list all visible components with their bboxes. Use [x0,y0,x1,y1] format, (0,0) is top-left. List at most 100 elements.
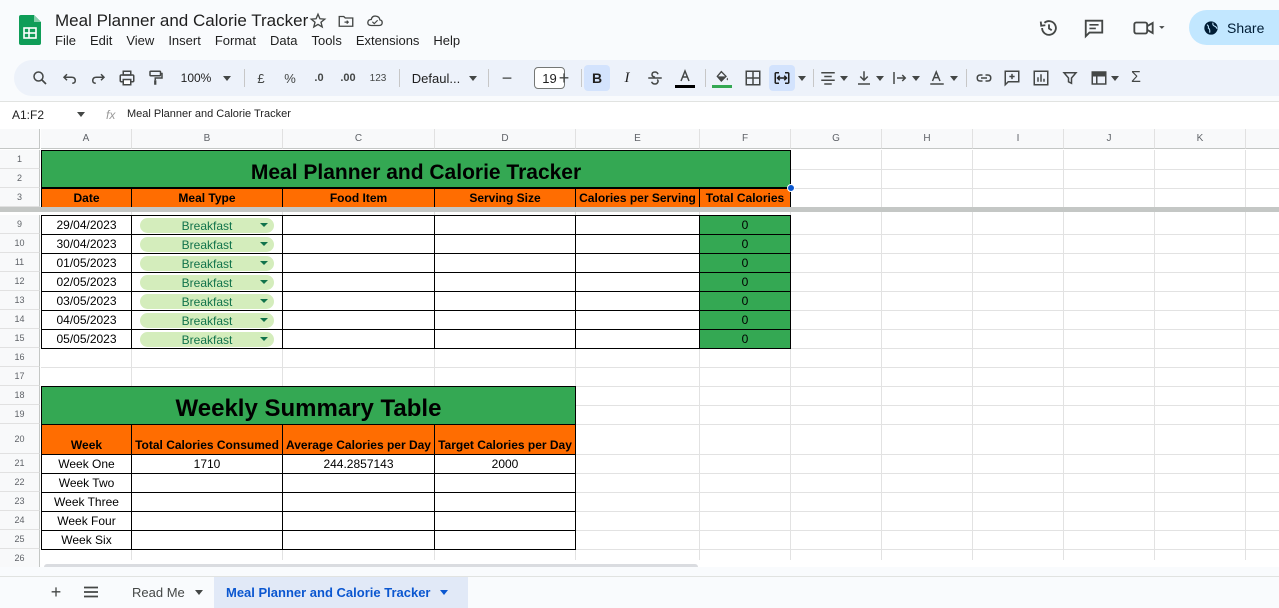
increase-font-size-button[interactable]: + [557,68,571,88]
row-header-23[interactable]: 23 [0,492,40,511]
cloud-saved-icon[interactable] [366,12,384,30]
tracker-meal-cell[interactable]: Breakfast [131,310,283,330]
tracker-header-food-item[interactable]: Food Item [282,188,435,208]
row-header-13[interactable]: 13 [0,291,40,310]
tab-dropdown-icon[interactable] [194,590,203,595]
menu-file[interactable]: File [55,33,76,51]
tracker-serving-cell[interactable] [434,234,576,254]
row-header-21[interactable]: 21 [0,454,40,473]
summary-title[interactable]: Weekly Summary Table [41,386,576,425]
tracker-meal-cell[interactable]: Breakfast [131,253,283,273]
column-header-a[interactable]: A [41,129,132,149]
tracker-food-cell[interactable] [282,310,435,330]
tracker-date-cell[interactable]: 01/05/2023 [41,253,132,273]
meal-type-dropdown-chip[interactable]: Breakfast [140,332,274,347]
summary-total-cell[interactable] [131,530,283,550]
wrap-dropdown-icon[interactable] [912,76,920,81]
tracker-cps-cell[interactable] [575,234,700,254]
menu-insert[interactable]: Insert [168,33,201,51]
tracker-header-meal-type[interactable]: Meal Type [131,188,283,208]
tracker-serving-cell[interactable] [434,329,576,349]
tracker-food-cell[interactable] [282,329,435,349]
summary-total-cell[interactable] [131,473,283,493]
tracker-total-cell[interactable]: 0 [699,234,791,254]
vertical-align-button[interactable] [854,68,874,88]
row-header-24[interactable]: 24 [0,511,40,530]
meal-type-dropdown-chip[interactable]: Breakfast [140,237,274,252]
column-header-j[interactable]: J [1064,129,1155,149]
row-header-14[interactable]: 14 [0,310,40,329]
column-header-f[interactable]: F [700,129,791,149]
tracker-meal-cell[interactable]: Breakfast [131,329,283,349]
tracker-food-cell[interactable] [282,234,435,254]
row-header-12[interactable]: 12 [0,272,40,291]
tracker-date-cell[interactable]: 03/05/2023 [41,291,132,311]
menu-edit[interactable]: Edit [90,33,112,51]
tracker-total-cell[interactable]: 0 [699,291,791,311]
summary-avg-cell[interactable] [282,511,435,531]
insert-chart-button[interactable] [1031,68,1051,88]
tab-dropdown-icon[interactable] [440,590,449,595]
align-dropdown-icon[interactable] [840,76,848,81]
meal-type-dropdown-chip[interactable]: Breakfast [140,275,274,290]
column-header-h[interactable]: H [882,129,973,149]
tracker-serving-cell[interactable] [434,272,576,292]
tracker-serving-cell[interactable] [434,291,576,311]
tracker-total-cell[interactable]: 0 [699,272,791,292]
row-header-25[interactable]: 25 [0,530,40,549]
meal-type-dropdown-chip[interactable]: Breakfast [140,294,274,309]
selection-handle[interactable] [787,184,795,192]
summary-target-cell[interactable] [434,530,576,550]
tracker-header-total-calories[interactable]: Total Calories [699,188,791,208]
name-box-dropdown-icon[interactable] [77,112,85,117]
borders-button[interactable] [743,68,763,88]
tracker-meal-cell[interactable]: Breakfast [131,291,283,311]
summary-avg-cell[interactable] [282,473,435,493]
row-header-19[interactable]: 19 [0,405,40,424]
search-menus-button[interactable] [30,68,50,88]
text-rotation-button[interactable] [926,68,948,88]
column-header-d[interactable]: D [435,129,576,149]
strikethrough-button[interactable] [645,68,665,88]
summary-target-cell[interactable] [434,473,576,493]
tracker-cps-cell[interactable] [575,215,700,235]
meal-type-dropdown-chip[interactable]: Breakfast [140,218,274,233]
tracker-serving-cell[interactable] [434,310,576,330]
row-header-9[interactable]: 9 [0,215,40,234]
meet-video-icon[interactable] [1131,17,1167,39]
paint-format-button[interactable] [146,68,166,88]
tracker-food-cell[interactable] [282,215,435,235]
tracker-meal-cell[interactable]: Breakfast [131,272,283,292]
filter-views-button[interactable] [1088,68,1110,88]
summary-header-average[interactable]: Average Calories per Day [282,424,435,455]
column-header-c[interactable]: C [283,129,435,149]
tracker-meal-cell[interactable]: Breakfast [131,215,283,235]
tracker-total-cell[interactable]: 0 [699,329,791,349]
summary-total-cell[interactable] [131,511,283,531]
menu-data[interactable]: Data [270,33,297,51]
decrease-font-size-button[interactable]: − [500,68,514,88]
tracker-total-cell[interactable]: 0 [699,310,791,330]
tracker-serving-cell[interactable] [434,215,576,235]
menu-tools[interactable]: Tools [311,33,341,51]
share-button[interactable]: Share [1189,10,1279,45]
row-header-18[interactable]: 18 [0,386,40,405]
row-header-20[interactable]: 20 [0,424,40,454]
row-header-2[interactable]: 2 [0,169,40,188]
summary-avg-cell[interactable] [282,492,435,512]
summary-week-cell[interactable]: Week Four [41,511,132,531]
row-header-22[interactable]: 22 [0,473,40,492]
tracker-cps-cell[interactable] [575,329,700,349]
tracker-cps-cell[interactable] [575,291,700,311]
select-all-corner[interactable] [0,129,40,149]
summary-header-target[interactable]: Target Calories per Day [434,424,576,455]
all-sheets-icon[interactable] [83,586,99,598]
insert-comment-button[interactable] [1002,68,1022,88]
tracker-total-cell[interactable]: 0 [699,215,791,235]
tracker-total-cell[interactable]: 0 [699,253,791,273]
column-header-i[interactable]: I [973,129,1064,149]
insert-link-button[interactable] [974,68,994,88]
merge-dropdown-icon[interactable] [798,76,806,81]
comments-icon[interactable] [1083,17,1105,39]
tracker-date-cell[interactable]: 30/04/2023 [41,234,132,254]
